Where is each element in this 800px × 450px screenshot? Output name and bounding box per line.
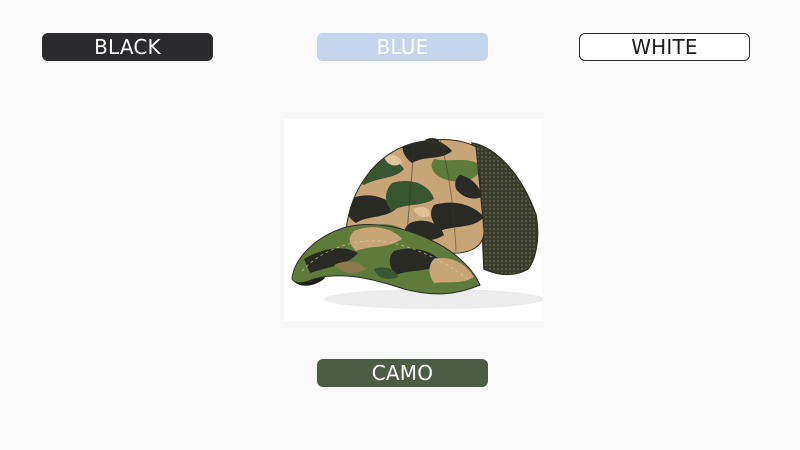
product-image	[284, 119, 543, 321]
color-option-white-label: WHITE	[631, 35, 698, 59]
color-option-black[interactable]: BLACK	[42, 33, 213, 61]
color-option-blue[interactable]: BLUE	[317, 33, 488, 61]
color-option-camo[interactable]: CAMO	[317, 359, 488, 387]
camo-cap-icon	[291, 138, 543, 309]
color-option-blue-label: BLUE	[376, 35, 429, 59]
color-option-white[interactable]: WHITE	[579, 33, 750, 61]
color-option-black-label: BLACK	[94, 35, 161, 59]
color-option-camo-label: CAMO	[371, 361, 434, 385]
